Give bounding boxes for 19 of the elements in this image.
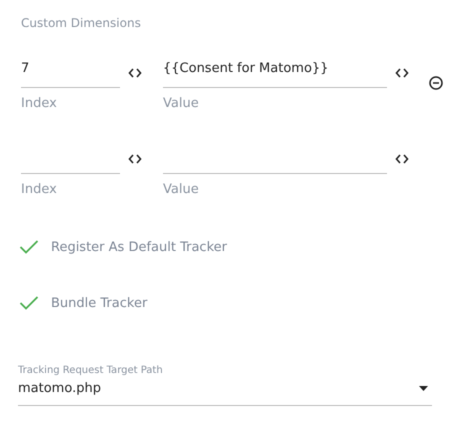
- section-title: Custom Dimensions: [21, 16, 141, 30]
- field-label: Index: [21, 182, 58, 197]
- path-select[interactable]: matomo.php: [18, 376, 432, 406]
- index-field[interactable]: 7: [21, 51, 120, 88]
- option-label: Bundle Tracker: [51, 296, 148, 310]
- checkmark-icon[interactable]: [19, 295, 39, 311]
- remove-icon[interactable]: [429, 76, 443, 90]
- field-label: Tracking Request Target Path: [18, 365, 164, 376]
- field-label: Value: [163, 96, 200, 111]
- code-icon[interactable]: [395, 154, 409, 164]
- field-label: Index: [21, 96, 58, 111]
- option-label: Register As Default Tracker: [51, 240, 227, 254]
- checkmark-icon[interactable]: [19, 239, 39, 255]
- dropdown-caret-icon[interactable]: [419, 386, 428, 391]
- code-icon[interactable]: [128, 68, 142, 78]
- value-field[interactable]: {{Consent for Matomo}}: [163, 51, 387, 88]
- code-icon[interactable]: [128, 154, 142, 164]
- code-icon[interactable]: [395, 68, 409, 78]
- field-label: Value: [163, 182, 200, 197]
